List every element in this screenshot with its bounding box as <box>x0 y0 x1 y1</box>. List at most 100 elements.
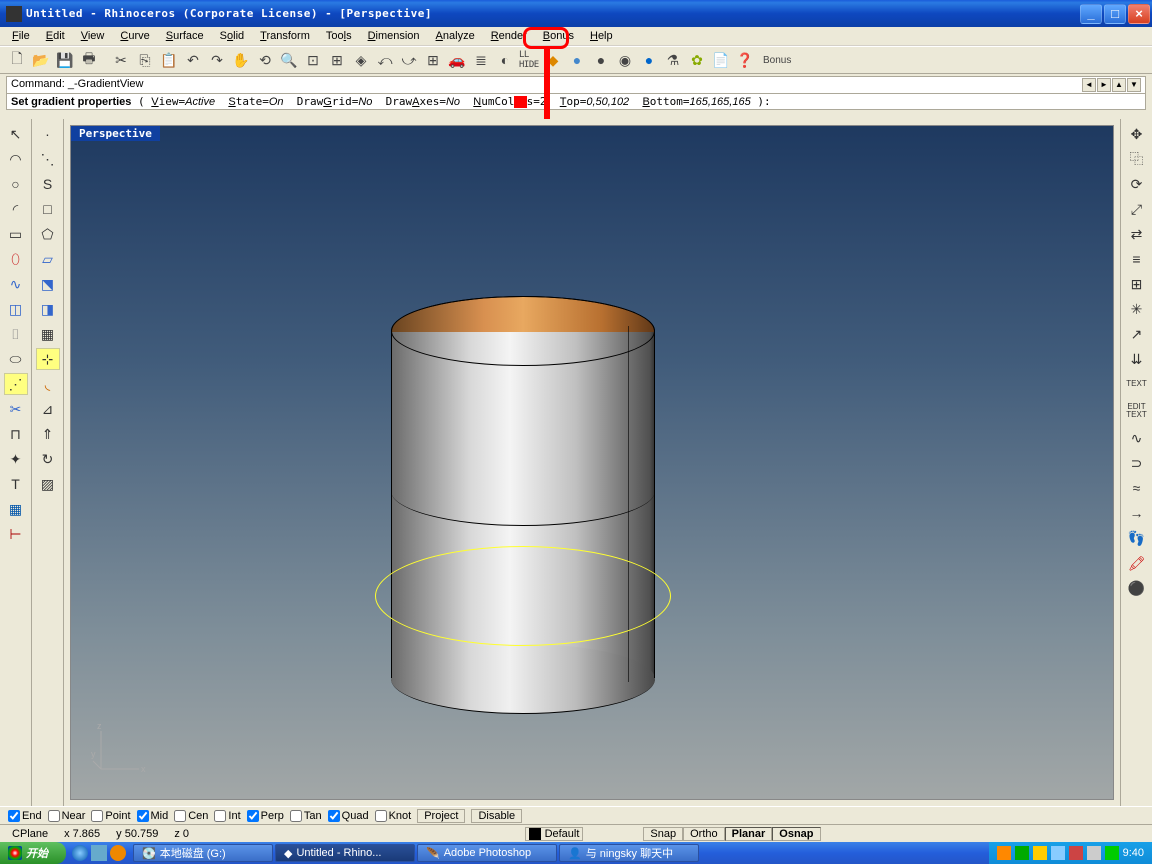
array-rect-icon[interactable]: ⊞ <box>1125 273 1149 295</box>
ball-black-icon[interactable]: ⚫ <box>1125 577 1149 599</box>
redo-icon[interactable]: ↷ <box>206 49 228 71</box>
viewport-perspective[interactable]: Perspective z x y <box>70 125 1114 800</box>
tray-icon-3[interactable] <box>1033 846 1047 860</box>
scroll-down-icon[interactable]: ▼ <box>1127 78 1141 92</box>
command-prompt[interactable]: Set gradient properties ( View=Active St… <box>6 94 1146 110</box>
menu-surface[interactable]: Surface <box>158 29 212 43</box>
rect-icon[interactable]: ▭ <box>4 223 28 245</box>
ie-icon[interactable] <box>72 845 88 861</box>
array-polar-icon[interactable]: ✳ <box>1125 298 1149 320</box>
osnap-disable-button[interactable]: Disable <box>471 809 522 823</box>
align-icon[interactable]: ≡ <box>1125 248 1149 270</box>
osnap-knot[interactable]: Knot <box>375 810 412 822</box>
material-sphere-4-icon[interactable]: ● <box>638 49 660 71</box>
osnap-tan[interactable]: Tan <box>290 810 322 822</box>
maximize-button[interactable]: □ <box>1104 4 1126 24</box>
material-sphere-3-icon[interactable]: ◉ <box>614 49 636 71</box>
cut-icon[interactable]: ✂ <box>110 49 132 71</box>
lasso-icon[interactable]: ◠ <box>4 148 28 170</box>
pan-icon[interactable]: ✋ <box>230 49 252 71</box>
properties-icon[interactable]: 📄 <box>710 49 732 71</box>
taskbar-item-photoshop[interactable]: 🪶Adobe Photoshop <box>417 844 557 862</box>
array-icon[interactable]: ▦ <box>4 498 28 520</box>
osnap-project-button[interactable]: Project <box>417 809 465 823</box>
offset-icon[interactable]: ⊃ <box>1125 452 1149 474</box>
rectangle-tool-icon[interactable]: □ <box>36 198 60 220</box>
menu-transform[interactable]: Transform <box>252 29 318 43</box>
menu-curve[interactable]: Curve <box>112 29 157 43</box>
media-icon[interactable] <box>110 845 126 861</box>
open-icon[interactable]: 📂 <box>30 49 52 71</box>
new-icon[interactable]: 🗋 <box>6 49 28 71</box>
mirror-icon[interactable]: ⇄ <box>1125 223 1149 245</box>
osnap-perp[interactable]: Perp <box>247 810 284 822</box>
tray-icon-7[interactable] <box>1105 846 1119 860</box>
menu-file[interactable]: FFileile <box>4 29 38 43</box>
options-gear-icon[interactable]: ✿ <box>686 49 708 71</box>
save-icon[interactable]: 💾 <box>54 49 76 71</box>
zoom-dynamic-icon[interactable]: 🔍 <box>278 49 300 71</box>
curve-freeform-icon[interactable]: ∿ <box>4 273 28 295</box>
polygon-curve-icon[interactable]: ⬯ <box>4 248 28 270</box>
osnap-point[interactable]: Point <box>91 810 130 822</box>
chamfer-icon[interactable]: ⊿ <box>36 398 60 420</box>
tray-clock[interactable]: 9:40 <box>1123 847 1144 859</box>
scroll-right-icon[interactable]: ► <box>1097 78 1111 92</box>
status-planar[interactable]: Planar <box>725 827 773 841</box>
point-icon[interactable]: · <box>36 123 60 145</box>
status-snap[interactable]: Snap <box>643 827 683 841</box>
start-button[interactable]: 开始 <box>0 842 66 864</box>
osnap-end[interactable]: End <box>8 810 42 822</box>
walkabout-icon[interactable]: 👣 <box>1125 527 1149 549</box>
move-icon[interactable]: ✥ <box>1125 123 1149 145</box>
text-icon[interactable]: T <box>4 473 28 495</box>
print-icon[interactable]: 🖶 <box>78 49 100 71</box>
undo-view-icon[interactable]: ⤺ <box>374 49 396 71</box>
4view-icon[interactable]: ⊞ <box>422 49 444 71</box>
osnap-int[interactable]: Int <box>214 810 240 822</box>
orient-icon[interactable]: ↗ <box>1125 323 1149 345</box>
render-flask-icon[interactable]: ⚗ <box>662 49 684 71</box>
mesh-icon[interactable]: ▦ <box>36 323 60 345</box>
polygon-icon[interactable]: ⬠ <box>36 223 60 245</box>
shade-icon[interactable]: ◐ <box>494 49 516 71</box>
scale-icon[interactable]: ⤢ <box>1125 198 1149 220</box>
menu-view[interactable]: View <box>73 29 113 43</box>
help-icon[interactable]: ❓ <box>734 49 756 71</box>
extend-icon[interactable]: → <box>1125 502 1149 524</box>
menu-analyze[interactable]: Analyze <box>428 29 483 43</box>
viewport-label[interactable]: Perspective <box>71 126 160 141</box>
extrude-icon[interactable]: ⇑ <box>36 423 60 445</box>
tray-icon-6[interactable] <box>1087 846 1101 860</box>
marker-icon[interactable]: 🖍 <box>1125 552 1149 574</box>
explode-icon[interactable]: ✦ <box>4 448 28 470</box>
osnap-near[interactable]: Near <box>48 810 86 822</box>
trim-icon[interactable]: ✂ <box>4 398 28 420</box>
control-points-icon[interactable]: ⊹ <box>36 348 60 370</box>
box-icon[interactable]: ◫ <box>4 298 28 320</box>
zoom-extents-icon[interactable]: ⊞ <box>326 49 348 71</box>
solid-box-icon[interactable]: ◨ <box>36 298 60 320</box>
material-sphere-2-icon[interactable]: ● <box>590 49 612 71</box>
minimize-button[interactable]: _ <box>1080 4 1102 24</box>
desktop-icon[interactable] <box>91 845 107 861</box>
cylinder-icon[interactable]: ⌷ <box>4 323 28 345</box>
edit-points-icon[interactable]: ⋰ <box>4 373 28 395</box>
menu-solid[interactable]: Solid <box>212 29 252 43</box>
scroll-left-icon[interactable]: ◄ <box>1082 78 1096 92</box>
curve-tool-icon[interactable]: S <box>36 173 60 195</box>
layer-selector[interactable]: Default <box>525 827 584 841</box>
circle-icon[interactable]: ○ <box>4 173 28 195</box>
layers-stack-icon[interactable]: ≣ <box>470 49 492 71</box>
close-button[interactable]: × <box>1128 4 1150 24</box>
pointer-icon[interactable]: ↖ <box>4 123 28 145</box>
status-ortho[interactable]: Ortho <box>683 827 725 841</box>
rotate-view-icon[interactable]: ⟲ <box>254 49 276 71</box>
hatch-icon[interactable]: ▨ <box>36 473 60 495</box>
copy-icon[interactable]: ⎘ <box>134 49 156 71</box>
taskbar-item-chat[interactable]: 👤与 ningsky 聊天中 <box>559 844 699 862</box>
surface-plane-icon[interactable]: ▱ <box>36 248 60 270</box>
points-multi-icon[interactable]: ⋱ <box>36 148 60 170</box>
revolve-icon[interactable]: ↻ <box>36 448 60 470</box>
fillet-icon[interactable]: ◟ <box>36 373 60 395</box>
